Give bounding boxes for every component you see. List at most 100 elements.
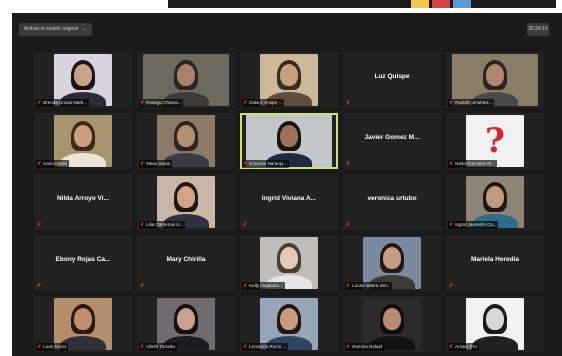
participant-display-name: Mariela Heredia xyxy=(470,256,520,263)
participant-name: Mario Salas xyxy=(146,161,170,166)
participant-name: Dalia I. Arispe ... xyxy=(249,100,282,105)
muted-mic-icon: ✗ xyxy=(243,283,248,289)
participant-face xyxy=(74,64,92,86)
participant-grid: ✗ Brenda Ursula Mark... ✗ Rodrigo Chama... ✗… xyxy=(34,52,544,352)
top-strip-swatch xyxy=(432,0,450,8)
participant-name: Romina Rafael xyxy=(352,344,382,349)
participant-tile[interactable]: ? ✗ Karla Gonzalez M... xyxy=(446,113,544,169)
muted-mic-icon: ✗ xyxy=(140,344,145,350)
muted-mic-icon: ✗ xyxy=(140,100,145,106)
muted-mic-icon: ✗ xyxy=(346,283,351,289)
participant-face xyxy=(177,186,195,208)
participant-name: Amaro Pro xyxy=(455,344,477,349)
participant-tile[interactable]: ✗ Karla Ojeda xyxy=(34,113,132,169)
participant-tile[interactable]: ✗ Brenda Ursula Mark... xyxy=(34,52,132,108)
participant-name-label: ✗ Karla Gonzalez M... xyxy=(448,160,497,168)
participant-display-name: Ebony Rojas Ca... xyxy=(55,256,111,263)
participant-tile[interactable]: Ingrid Viviana A... ✗ xyxy=(240,174,338,230)
participant-face xyxy=(486,308,504,330)
participant-name: Ingrid Jaramillo Ca... xyxy=(455,222,497,227)
participant-tile[interactable]: ✗ Luan Rocio xyxy=(34,296,132,352)
participant-face xyxy=(486,64,504,86)
top-strip xyxy=(0,0,562,13)
participant-name-label: ✗ Rodolfo Jiménez... xyxy=(448,99,495,107)
participant-name-label: ✗ Lilia Cárdenas U... xyxy=(139,221,186,229)
participant-name-label: ✗ Kelly Alejandro... xyxy=(242,282,285,290)
participant-face xyxy=(486,186,504,208)
participant-tile[interactable]: ✗ Lilia Cárdenas U... xyxy=(137,174,235,230)
participant-name: Rodrigo Chama... xyxy=(146,100,182,105)
muted-mic-icon: ✗ xyxy=(140,161,145,167)
participant-name-label: ✗ Brenda Ursula Mark... xyxy=(36,99,89,107)
participant-name-label: ✗ Ubeth Torrales xyxy=(139,343,178,351)
participant-tile[interactable]: Mariela Heredia ✗ xyxy=(446,235,544,291)
participant-face xyxy=(383,308,401,330)
participant-face xyxy=(280,247,298,269)
view-button[interactable]: 35,94:15 xyxy=(527,23,549,36)
participant-tile[interactable]: ✗ Amaro Pro xyxy=(446,296,544,352)
muted-mic-icon: ✗ xyxy=(346,222,351,228)
participant-name: Kelly Alejandro... xyxy=(249,283,283,288)
muted-mic-icon: ✗ xyxy=(346,100,351,106)
participant-tile[interactable]: ✗ Dalia I. Arispe ... xyxy=(240,52,338,108)
participant-display-name: Luz Quispe xyxy=(374,73,410,80)
muted-mic-icon: ✗ xyxy=(140,222,145,228)
muted-mic-icon: ✗ xyxy=(449,222,454,228)
muted-mic-icon: ✗ xyxy=(243,222,248,228)
top-strip-dark-bar xyxy=(168,0,556,8)
muted-mic-icon: ✗ xyxy=(37,100,42,106)
participant-tile[interactable]: Ebony Rojas Ca... ✗ xyxy=(34,235,132,291)
participant-tile[interactable]: ✗ Ingrid Jaramillo Ca... xyxy=(446,174,544,230)
participant-name-label: ✗ Amaro Pro xyxy=(448,343,479,351)
participant-tile[interactable]: Nilda Arroyo Vi... ✗ xyxy=(34,174,132,230)
participant-tile[interactable]: ✗ Kelly Alejandro... xyxy=(240,235,338,291)
participant-tile[interactable]: ✗ Romina Rafael xyxy=(343,296,441,352)
participant-tile[interactable]: veronica urtubo ✗ xyxy=(343,174,441,230)
participant-display-name: Ingrid Viviana A... xyxy=(261,195,317,202)
original-sound-label: Activar el sonido original xyxy=(24,26,79,32)
participant-name: Leonardo Rocío ... xyxy=(249,344,287,349)
participant-name-label: ✗ Eduardo Naranjo... xyxy=(242,160,289,168)
participant-tile[interactable]: Javier Gomez M... ✗ xyxy=(343,113,441,169)
participant-display-name: veronica urtubo xyxy=(367,195,417,202)
participant-tile[interactable]: ✗ Leonardo Rocío ... xyxy=(240,296,338,352)
participant-face xyxy=(74,308,92,330)
muted-mic-icon: ✗ xyxy=(37,283,42,289)
muted-mic-icon: ✗ xyxy=(243,100,248,106)
participant-tile[interactable]: ✗ Ubeth Torrales xyxy=(137,296,235,352)
participant-name-label: ✗ Karla Ojeda xyxy=(36,160,69,168)
participant-face xyxy=(177,64,195,86)
participant-display-name: Javier Gomez M... xyxy=(364,134,420,141)
participant-name-label: ✗ Mario Salas xyxy=(139,160,172,168)
muted-mic-icon: ✗ xyxy=(140,283,145,289)
participant-name: Rodolfo Jiménez... xyxy=(455,100,493,105)
participant-display-name: Mary Chirilla xyxy=(166,256,206,263)
question-mark-icon: ? xyxy=(485,121,505,161)
muted-mic-icon: ✗ xyxy=(449,344,454,350)
muted-mic-icon: ✗ xyxy=(37,161,42,167)
participant-tile[interactable]: ✗ Rodolfo Jiménez... xyxy=(446,52,544,108)
participant-body xyxy=(472,336,518,350)
participant-name: Lucas Valera Jen... xyxy=(352,283,391,288)
participant-name: Eduardo Naranjo... xyxy=(249,161,287,166)
participant-tile[interactable]: ✗ Mario Salas xyxy=(137,113,235,169)
participant-tile[interactable]: ✗ Lucas Valera Jen... xyxy=(343,235,441,291)
participant-face xyxy=(280,64,298,86)
muted-mic-icon: ✗ xyxy=(449,283,454,289)
muted-mic-icon: ✗ xyxy=(346,344,351,350)
top-strip-swatch xyxy=(453,0,471,8)
participant-name: Karla Gonzalez M... xyxy=(455,161,495,166)
participant-name-label: ✗ Ingrid Jaramillo Ca... xyxy=(448,221,499,229)
participant-tile[interactable]: Mary Chirilla ✗ xyxy=(137,235,235,291)
participant-tile[interactable]: ✗ Rodrigo Chama... xyxy=(137,52,235,108)
participant-tile[interactable]: Luz Quispe ✗ xyxy=(343,52,441,108)
participant-tile[interactable]: ✗ Eduardo Naranjo... xyxy=(240,113,338,169)
chevron-down-icon: ⌄ xyxy=(82,26,87,32)
original-sound-button[interactable]: Activar el sonido original ⌄ xyxy=(19,23,92,36)
muted-mic-icon: ✗ xyxy=(243,161,248,167)
participant-name-label: ✗ Rodrigo Chama... xyxy=(139,99,184,107)
participant-face xyxy=(177,308,195,330)
participant-name-label: ✗ Romina Rafael xyxy=(345,343,384,351)
participant-display-name: Nilda Arroyo Vi... xyxy=(56,195,109,202)
top-strip-swatch xyxy=(411,0,429,8)
